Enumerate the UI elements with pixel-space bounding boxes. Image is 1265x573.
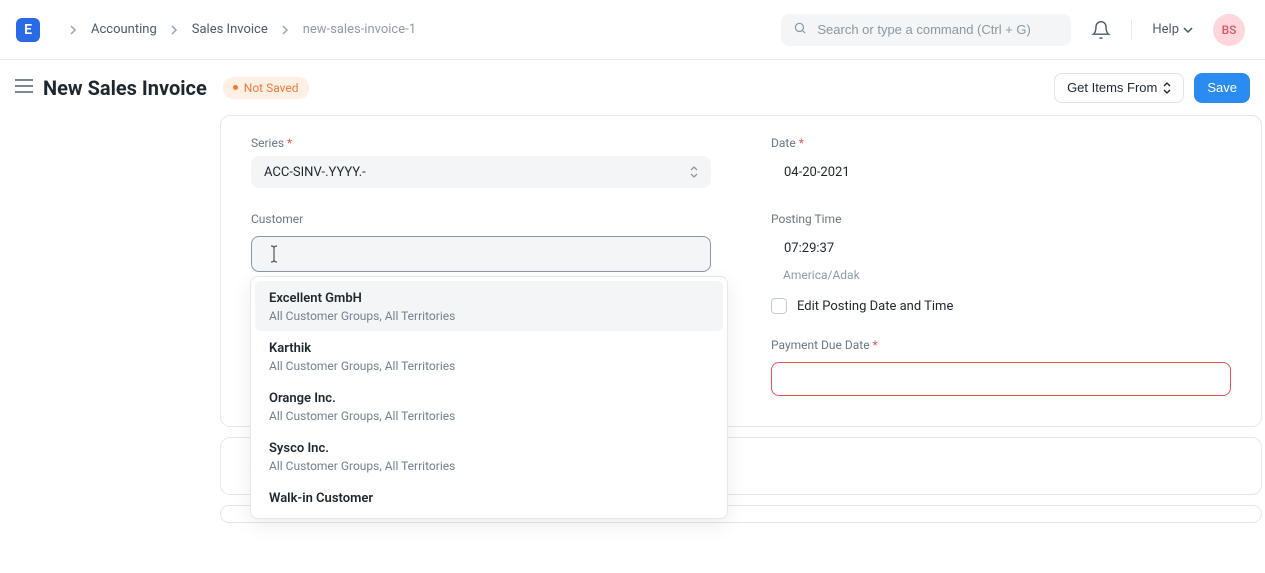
posting-time-field[interactable]: 07:29:37 [771, 232, 1231, 264]
series-select[interactable]: ACC-SINV-.YYYY.- [251, 156, 711, 188]
breadcrumb-sales-invoice[interactable]: Sales Invoice [192, 22, 268, 37]
status-badge: Not Saved [223, 77, 309, 99]
required-asterisk: * [799, 136, 804, 150]
status-text: Not Saved [244, 81, 299, 95]
help-label: Help [1152, 22, 1179, 37]
posting-time-label: Posting Time [771, 212, 1231, 226]
form-card: Series * ACC-SINV-.YYYY.- Customer Excel… [220, 115, 1262, 427]
posting-time-value: 07:29:37 [784, 241, 834, 256]
date-label: Date * [771, 136, 1231, 150]
avatar-initials: BS [1222, 23, 1237, 37]
search-input[interactable] [817, 22, 1059, 37]
chevron-down-icon [1183, 27, 1193, 33]
date-label-text: Date [771, 136, 796, 150]
status-dot-icon [233, 85, 238, 90]
customer-label: Customer [251, 212, 711, 226]
chevron-right-icon [161, 25, 188, 35]
posting-timezone: America/Adak [771, 268, 1231, 282]
page-title: New Sales Invoice [43, 76, 207, 100]
customer-option-name: Orange Inc. [269, 391, 709, 406]
date-value: 04-20-2021 [784, 165, 850, 180]
breadcrumb-current: new-sales-invoice-1 [303, 22, 416, 37]
divider [1131, 20, 1132, 40]
user-avatar[interactable]: BS [1213, 14, 1245, 46]
payment-due-date-field[interactable] [771, 362, 1231, 396]
series-value: ACC-SINV-.YYYY.- [264, 165, 366, 180]
app-logo[interactable]: E [16, 18, 40, 42]
get-items-from-button[interactable]: Get Items From [1054, 73, 1184, 103]
series-label: Series * [251, 136, 711, 150]
customer-option[interactable]: Sysco Inc. All Customer Groups, All Terr… [255, 431, 723, 481]
posting-time-label-text: Posting Time [771, 212, 841, 226]
global-search[interactable] [781, 14, 1071, 46]
help-menu[interactable]: Help [1152, 22, 1193, 37]
edit-posting-label: Edit Posting Date and Time [797, 299, 953, 314]
required-asterisk: * [873, 338, 878, 352]
payment-due-label-text: Payment Due Date [771, 338, 870, 352]
customer-option-name: Walk-in Customer [269, 491, 709, 506]
customer-option-sub: All Customer Groups, All Territories [269, 459, 709, 473]
top-navbar: E Accounting Sales Invoice new-sales-inv… [0, 0, 1265, 60]
customer-label-text: Customer [251, 212, 303, 226]
breadcrumb-accounting[interactable]: Accounting [91, 22, 157, 37]
payment-due-label: Payment Due Date * [771, 338, 1231, 352]
edit-posting-checkbox-row[interactable]: Edit Posting Date and Time [771, 298, 1231, 314]
customer-option-name: Excellent GmbH [269, 291, 709, 306]
customer-option-sub: All Customer Groups, All Territories [269, 409, 709, 423]
save-label: Save [1207, 80, 1237, 95]
customer-option-name: Sysco Inc. [269, 441, 709, 456]
customer-option[interactable]: Excellent GmbH All Customer Groups, All … [255, 281, 723, 331]
search-icon [793, 21, 807, 39]
customer-option[interactable]: Karthik All Customer Groups, All Territo… [255, 331, 723, 381]
checkbox-icon[interactable] [771, 298, 787, 314]
logo-letter: E [24, 22, 32, 38]
text-cursor-icon [264, 244, 284, 264]
select-arrows-icon [690, 165, 698, 179]
breadcrumb: Accounting Sales Invoice new-sales-invoi… [60, 22, 416, 37]
customer-option[interactable]: Orange Inc. All Customer Groups, All Ter… [255, 381, 723, 431]
sidebar-toggle-button[interactable] [15, 79, 33, 97]
chevron-right-icon [60, 25, 87, 35]
date-field[interactable]: 04-20-2021 [771, 156, 1231, 188]
notifications-button[interactable] [1091, 20, 1111, 40]
save-button[interactable]: Save [1194, 73, 1250, 103]
select-arrows-icon [1163, 82, 1171, 94]
customer-option[interactable]: Walk-in Customer [255, 481, 723, 514]
customer-autocomplete-dropdown: Excellent GmbH All Customer Groups, All … [250, 276, 728, 519]
customer-option-name: Karthik [269, 341, 709, 356]
required-asterisk: * [287, 136, 292, 150]
page-toolbar: New Sales Invoice Not Saved Get Items Fr… [0, 60, 1265, 115]
form-right-column: Date * 04-20-2021 Posting Time 07:29:37 … [771, 136, 1231, 396]
customer-option-sub: All Customer Groups, All Territories [269, 359, 709, 373]
chevron-right-icon [272, 25, 299, 35]
customer-link-field[interactable] [251, 236, 711, 272]
series-label-text: Series [251, 136, 284, 150]
get-items-label: Get Items From [1067, 80, 1157, 95]
form-left-column: Series * ACC-SINV-.YYYY.- Customer Excel… [251, 136, 711, 396]
customer-option-sub: All Customer Groups, All Territories [269, 309, 709, 323]
